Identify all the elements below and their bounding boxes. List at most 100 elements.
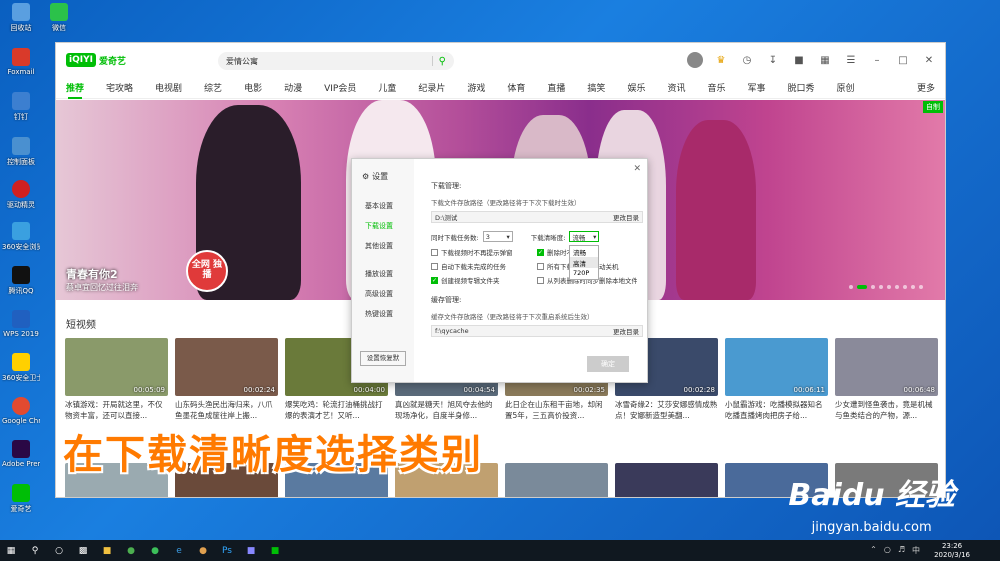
video-card[interactable]: 00:05:09 冰镇游戏：开局就这里，不仅物资丰富，还可以直接... (65, 338, 168, 421)
quality-select[interactable]: 流畅 ▾ (569, 231, 600, 242)
360-browser-icon[interactable]: ● (148, 544, 162, 558)
edge-icon[interactable]: e (172, 544, 186, 558)
confirm-button[interactable]: 确定 (587, 356, 629, 372)
desktop-icon[interactable]: 回收站 (2, 3, 40, 33)
chevron-up-icon[interactable]: ⌃ (870, 545, 877, 556)
avatar[interactable] (687, 52, 703, 68)
quality-option[interactable]: 流畅 (570, 246, 598, 257)
app-icon[interactable]: ■ (244, 544, 258, 558)
vip-crown-icon[interactable]: ♛ (713, 52, 729, 68)
search-input[interactable]: 爱情公寓 ⚲ (218, 52, 454, 70)
nav-item[interactable]: 电影 (244, 81, 262, 94)
close-icon[interactable]: ✕ (921, 52, 937, 68)
nav-item[interactable]: 儿童 (378, 81, 396, 94)
video-thumbnail[interactable] (505, 463, 608, 497)
chevron-down-icon: ▾ (506, 232, 510, 241)
banner-pager[interactable] (849, 285, 923, 289)
settings-tab[interactable]: 热键设置 (365, 309, 393, 319)
nav-item[interactable]: 搞笑 (587, 81, 605, 94)
nav-item[interactable]: 脱口秀 (788, 81, 815, 94)
desktop-icon[interactable]: 腾讯QQ (2, 266, 40, 296)
change-dir-button[interactable]: 更改目录 (613, 212, 639, 222)
maximize-icon[interactable]: □ (895, 52, 911, 68)
nav-more-button[interactable]: 更多 (917, 81, 935, 94)
nav-item[interactable]: 推荐 (66, 81, 84, 99)
desktop-icon[interactable]: 爱奇艺 (2, 484, 40, 514)
task-count-select[interactable]: 3 ▾ (482, 231, 513, 242)
download-icon[interactable]: ↧ (765, 52, 781, 68)
desktop-icon[interactable]: 控制面板 (2, 137, 40, 167)
reset-defaults-button[interactable]: 设置恢复默 (360, 351, 406, 366)
app-icon[interactable]: ● (196, 544, 210, 558)
settings-tab[interactable]: 下载设置 (365, 221, 393, 231)
category-nav: 推荐 宅攻略 电视剧 综艺 电影 动漫 VIP会员 儿童 纪录片 游戏 体育 直… (56, 77, 945, 99)
apps-icon[interactable]: ▦ (817, 52, 833, 68)
network-icon[interactable]: ○ (884, 545, 891, 556)
close-icon[interactable]: ✕ (633, 164, 641, 174)
nav-item[interactable]: 动漫 (284, 81, 302, 94)
nav-item[interactable]: 宅攻略 (106, 81, 133, 94)
desktop-icon[interactable]: Foxmail (2, 48, 40, 76)
volume-icon[interactable]: ♬ (898, 545, 905, 556)
quality-dropdown: 流畅 高清 720P (569, 245, 599, 280)
settings-tab[interactable]: 基本设置 (365, 201, 393, 211)
iqiyi-taskbar-icon[interactable]: ■ (268, 544, 282, 558)
nav-item[interactable]: 军事 (747, 81, 765, 94)
system-tray: ⌃ ○ ♬ 中 (870, 545, 920, 556)
minimize-icon[interactable]: – (869, 52, 885, 68)
desktop-icon[interactable]: 360安全浏览器 (2, 222, 40, 252)
video-card[interactable]: 00:02:24 山东码头渔民出海归来，八爪鱼墨花鱼成筐往岸上搬... (175, 338, 278, 421)
nav-item[interactable]: 资讯 (667, 81, 685, 94)
option-checkbox[interactable]: 下载视频时不再提示弹窗 (431, 247, 535, 257)
option-checkbox[interactable]: ✓ 创建视频专辑文件夹 (431, 275, 535, 285)
windows-start-icon[interactable]: ▦ (4, 544, 18, 558)
desktop-icon[interactable]: WPS 2019 (2, 310, 40, 338)
menu-icon[interactable]: ☰ (843, 52, 859, 68)
banner-title: 青春有你2 (66, 268, 118, 281)
nav-item[interactable]: 直播 (547, 81, 565, 94)
video-card[interactable]: 00:06:11 小鼠霸游戏：吃播模拟器知名吃播直播烤肉把房子给... (725, 338, 828, 421)
quality-option[interactable]: 720P (570, 268, 598, 279)
app-logo[interactable]: iQIYI 爱奇艺 (66, 53, 126, 67)
settings-tab[interactable]: 高级设置 (365, 289, 393, 299)
history-icon[interactable]: ◷ (739, 52, 755, 68)
search-icon[interactable]: ⚲ (28, 544, 42, 558)
settings-tab[interactable]: 其他设置 (365, 241, 393, 251)
nav-item[interactable]: 纪录片 (418, 81, 445, 94)
quality-option[interactable]: 高清 (570, 257, 598, 268)
desktop-icon[interactable]: 驱动精灵 (2, 180, 40, 210)
task-view-icon[interactable]: ▩ (76, 544, 90, 558)
game-icon[interactable]: ■ (791, 52, 807, 68)
change-cache-dir-button[interactable]: 更改目录 (613, 326, 639, 336)
photoshop-icon[interactable]: Ps (220, 544, 234, 558)
chevron-down-icon: ▾ (593, 232, 597, 241)
download-options: 下载视频时不再提示弹窗 ✓删除时不再提示 自动下载未完成的任务 所有下载完成后自… (431, 247, 643, 285)
ime-icon[interactable]: 中 (912, 545, 920, 556)
nav-item[interactable]: 原创 (837, 81, 855, 94)
desktop-icon[interactable]: Adobe Premie... (2, 440, 40, 468)
option-checkbox[interactable]: 自动下载未完成的任务 (431, 261, 535, 271)
video-card[interactable]: 00:06:48 少女遭到怪鱼袭击，竟是机械与鱼类结合的产物，源... (835, 338, 938, 421)
settings-tab[interactable]: 播放设置 (365, 269, 393, 279)
cortana-icon[interactable]: ○ (52, 544, 66, 558)
nav-item[interactable]: 体育 (507, 81, 525, 94)
nav-item[interactable]: VIP会员 (324, 81, 356, 94)
desktop-icon[interactable]: 微信 (40, 3, 78, 33)
video-thumbnail[interactable] (615, 463, 718, 497)
desktop-icon[interactable]: 钉钉 (2, 92, 40, 122)
chrome-icon[interactable]: ● (124, 544, 138, 558)
cache-path-field[interactable]: f:\qycache 更改目录 (431, 325, 643, 337)
clock[interactable]: 23:26 2020/3/16 (934, 542, 970, 560)
file-explorer-icon[interactable]: ■ (100, 544, 114, 558)
download-path-field[interactable]: D:\测试 更改目录 (431, 211, 643, 223)
download-settings: 下载管理: 下载文件存放路径（更改路径将于下次下载时生效） D:\测试 更改目录… (431, 181, 643, 345)
nav-item[interactable]: 电视剧 (155, 81, 182, 94)
desktop-icon[interactable]: 360安全卫士 (2, 353, 40, 383)
baidu-watermark: Baidu 经验 jingyan.baidu.com (788, 478, 955, 535)
nav-item[interactable]: 综艺 (204, 81, 222, 94)
search-icon[interactable]: ⚲ (439, 56, 446, 67)
nav-item[interactable]: 音乐 (707, 81, 725, 94)
nav-item[interactable]: 游戏 (467, 81, 485, 94)
desktop-icon[interactable]: Google Chrome (2, 397, 40, 425)
nav-item[interactable]: 娱乐 (627, 81, 645, 94)
